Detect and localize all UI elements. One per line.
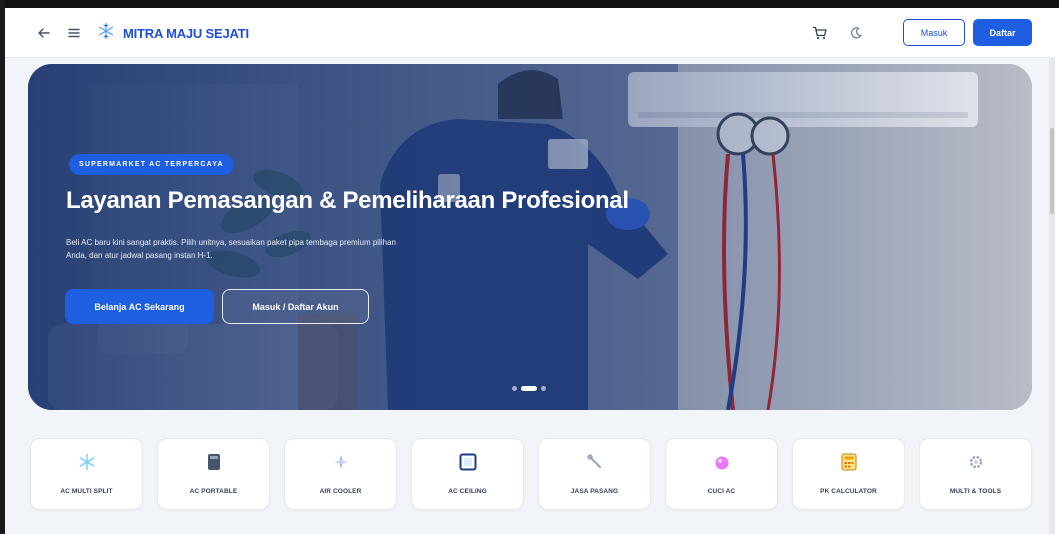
hero-badge: SUPERMARKET AC TERPERCAYA [69,154,234,175]
cleaning-icon [666,451,777,473]
hamburger-menu-icon[interactable] [61,20,87,46]
calculator-icon [793,451,904,473]
category-ac-ceiling[interactable]: AC CEILING [411,438,524,510]
hero-title: Layanan Pemasangan & Pemeliharaan Profes… [66,187,629,214]
category-ac-multi-split[interactable]: AC MULTI SPLIT [30,438,143,510]
login-register-account-button[interactable]: Masuk / Daftar Akun [222,289,369,324]
register-button[interactable]: Daftar [973,19,1032,46]
wrench-icon [539,451,650,473]
category-ac-portable[interactable]: AC PORTABLE [157,438,270,510]
theme-toggle-icon[interactable] [843,20,869,46]
category-label: AC CEILING [448,488,487,495]
category-air-cooler[interactable]: AIR COOLER [284,438,397,510]
category-label: AC PORTABLE [189,488,238,495]
category-multi-tools[interactable]: MULTI & TOOLS [919,438,1032,510]
back-arrow-icon[interactable] [31,20,57,46]
ceiling-ac-icon [412,451,523,473]
snowflake-icon [31,451,142,473]
category-label: MULTI & TOOLS [949,488,1002,495]
page: MITRA MAJU SEJATI Masuk Daftar SUPERMARK… [5,8,1055,534]
top-navbar: MITRA MAJU SEJATI Masuk Daftar [5,8,1055,58]
hero-description: Beli AC baru kini sangat praktis. Pilih … [66,238,396,260]
tools-icon [920,451,1031,473]
category-label: JASA PASANG [570,488,619,495]
air-cooler-icon [285,451,396,473]
shop-ac-button[interactable]: Belanja AC Sekarang [65,289,214,324]
window-frame-top [0,0,1059,8]
scrollbar-thumb[interactable] [1050,128,1054,214]
category-label: PK CALCULATOR [820,488,877,495]
carousel-indicators [512,386,546,391]
cart-icon[interactable] [807,20,833,46]
portable-ac-icon [158,451,269,473]
category-jasa-pasang[interactable]: JASA PASANG [538,438,651,510]
carousel-dot-3[interactable] [541,386,546,391]
category-label: CUCI AC [707,488,736,495]
category-label: AC MULTI SPLIT [60,488,113,495]
login-button[interactable]: Masuk [903,19,965,46]
page-scrollbar[interactable] [1049,58,1055,534]
category-cuci-ac[interactable]: CUCI AC [665,438,778,510]
snowflake-logo-icon [97,22,115,45]
brand-name: MITRA MAJU SEJATI [123,25,249,41]
category-label: AIR COOLER [319,488,362,495]
hero-banner: SUPERMARKET AC TERPERCAYA Layanan Pemasa… [28,64,1032,410]
category-pk-calculator[interactable]: PK CALCULATOR [792,438,905,510]
carousel-dot-1[interactable] [512,386,517,391]
carousel-dot-2[interactable] [521,386,537,391]
brand-logo-link[interactable]: MITRA MAJU SEJATI [97,20,249,46]
